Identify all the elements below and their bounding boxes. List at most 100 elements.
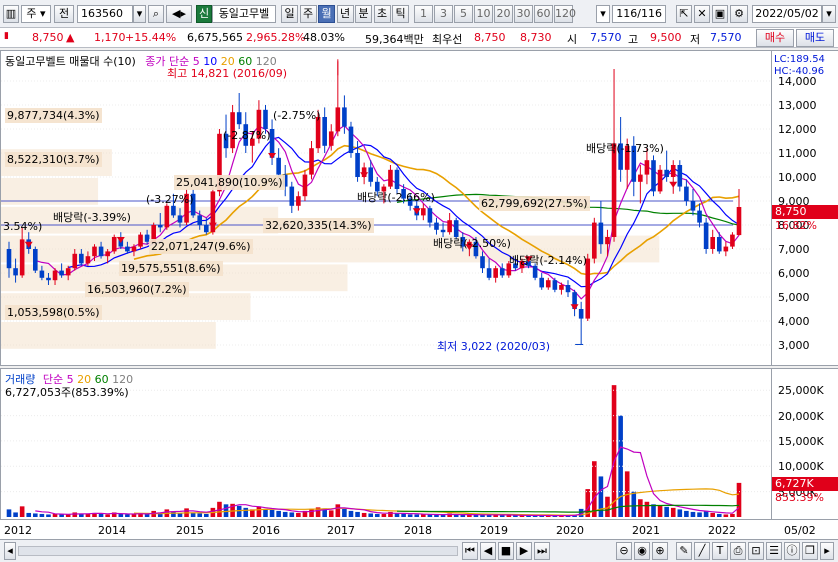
volume-bar[interactable] (59, 514, 64, 517)
period-button-2[interactable]: 월 (318, 5, 335, 23)
candle-body[interactable] (493, 268, 498, 278)
candle-body[interactable] (203, 225, 209, 233)
volume-bar[interactable] (394, 513, 400, 517)
candle-body[interactable] (421, 208, 426, 216)
volume-bar[interactable] (26, 512, 32, 517)
candle-body[interactable] (638, 174, 643, 182)
number-button-1[interactable]: 1 (414, 5, 433, 23)
candle-body[interactable] (532, 265, 538, 278)
volume-bar[interactable] (611, 385, 617, 517)
number-button-10[interactable]: 10 (474, 5, 493, 23)
candle-body[interactable] (289, 186, 295, 206)
volume-bar[interactable] (499, 515, 505, 517)
candle-body[interactable] (13, 268, 18, 276)
candle-body[interactable] (677, 165, 683, 187)
volume-bar[interactable] (203, 513, 209, 517)
volume-bar[interactable] (39, 513, 45, 517)
volume-bar[interactable] (716, 513, 722, 517)
list-icon[interactable]: ☰ (766, 542, 782, 560)
candle-body[interactable] (394, 169, 400, 189)
stock-code-input[interactable]: 163560 (77, 5, 133, 23)
candle-body[interactable] (670, 165, 676, 177)
prev-page-icon[interactable]: ◀ (480, 542, 496, 560)
volume-bar[interactable] (118, 513, 124, 517)
volume-bar[interactable] (401, 513, 406, 517)
candle-body[interactable] (605, 237, 610, 245)
print-icon[interactable]: ⎙ (730, 542, 746, 560)
volume-bar[interactable] (361, 512, 367, 517)
volume-bar[interactable] (335, 504, 341, 517)
candle-body[interactable] (730, 234, 735, 247)
number-button-120[interactable]: 120 (554, 5, 576, 23)
volume-bar[interactable] (289, 512, 295, 517)
volume-bar[interactable] (407, 514, 413, 517)
draw-icon[interactable]: ✎ (676, 542, 692, 560)
info-icon[interactable]: ⓘ (784, 542, 800, 560)
volume-bar[interactable] (13, 512, 18, 517)
candle-body[interactable] (440, 229, 446, 233)
volume-bar[interactable] (269, 509, 275, 517)
candle-body[interactable] (559, 285, 564, 290)
candle-body[interactable] (598, 222, 604, 245)
volume-bar[interactable] (374, 513, 380, 517)
volume-bar[interactable] (467, 514, 472, 517)
buy-button[interactable]: 매수 (756, 29, 794, 47)
candle-body[interactable] (197, 215, 203, 225)
volume-bar[interactable] (223, 504, 229, 517)
candle-body[interactable] (644, 160, 650, 175)
volume-bar[interactable] (651, 504, 656, 517)
volume-bar[interactable] (664, 506, 669, 517)
volume-bar[interactable] (355, 511, 360, 517)
volume-bar[interactable] (33, 513, 38, 517)
sell-button[interactable]: 매도 (796, 29, 834, 47)
volume-chart[interactable]: 거래량 단순 5 20 60 120 6,727,053주(853.39%) (0, 368, 772, 520)
scroll-left-icon[interactable]: ◂ (4, 542, 16, 560)
number-button-5[interactable]: 5 (454, 5, 473, 23)
candle-body[interactable] (703, 222, 709, 249)
candle-body[interactable] (348, 126, 354, 153)
candle-body[interactable] (322, 117, 327, 146)
candle-body[interactable] (585, 258, 591, 319)
candle-body[interactable] (480, 256, 485, 269)
line-icon[interactable]: ╱ (694, 542, 710, 560)
zoom-reset-icon[interactable]: ◉ (634, 542, 650, 560)
candle-body[interactable] (611, 143, 617, 237)
volume-bar[interactable] (434, 514, 439, 517)
candle-body[interactable] (539, 277, 545, 288)
candle-body[interactable] (105, 251, 110, 257)
candle-body[interactable] (263, 109, 268, 129)
volume-bar[interactable] (460, 514, 466, 517)
text-icon[interactable]: T (712, 542, 728, 560)
candle-body[interactable] (565, 285, 571, 293)
candle-body[interactable] (664, 169, 669, 177)
candle-body[interactable] (388, 169, 393, 187)
candle-body[interactable] (19, 239, 25, 276)
stop-icon[interactable]: ■ (498, 542, 514, 560)
candle-body[interactable] (111, 237, 117, 252)
candle-body[interactable] (309, 148, 314, 175)
candle-body[interactable] (131, 246, 137, 252)
volume-bar[interactable] (723, 514, 729, 517)
first-icon[interactable]: ⏮ (462, 542, 478, 560)
candle-body[interactable] (177, 215, 183, 223)
number-button-30[interactable]: 30 (514, 5, 533, 23)
volume-bar[interactable] (243, 507, 249, 517)
volume-bar[interactable] (263, 508, 268, 517)
candle-body[interactable] (138, 234, 143, 247)
candle-body[interactable] (374, 181, 380, 192)
volume-bar[interactable] (631, 491, 637, 517)
candle-body[interactable] (52, 270, 58, 281)
volume-bar[interactable] (125, 514, 130, 517)
volume-bar[interactable] (197, 513, 203, 517)
volume-bar[interactable] (276, 510, 281, 517)
window-icon[interactable]: ❐ (802, 542, 818, 560)
number-button-60[interactable]: 60 (534, 5, 553, 23)
period-button-0[interactable]: 일 (281, 5, 298, 23)
volume-bar[interactable] (684, 510, 689, 517)
candle-body[interactable] (697, 210, 702, 223)
candle-body[interactable] (545, 280, 551, 288)
candle-body[interactable] (335, 107, 341, 132)
volume-bar[interactable] (414, 514, 420, 517)
candle-body[interactable] (157, 225, 163, 228)
candle-body[interactable] (651, 160, 656, 192)
